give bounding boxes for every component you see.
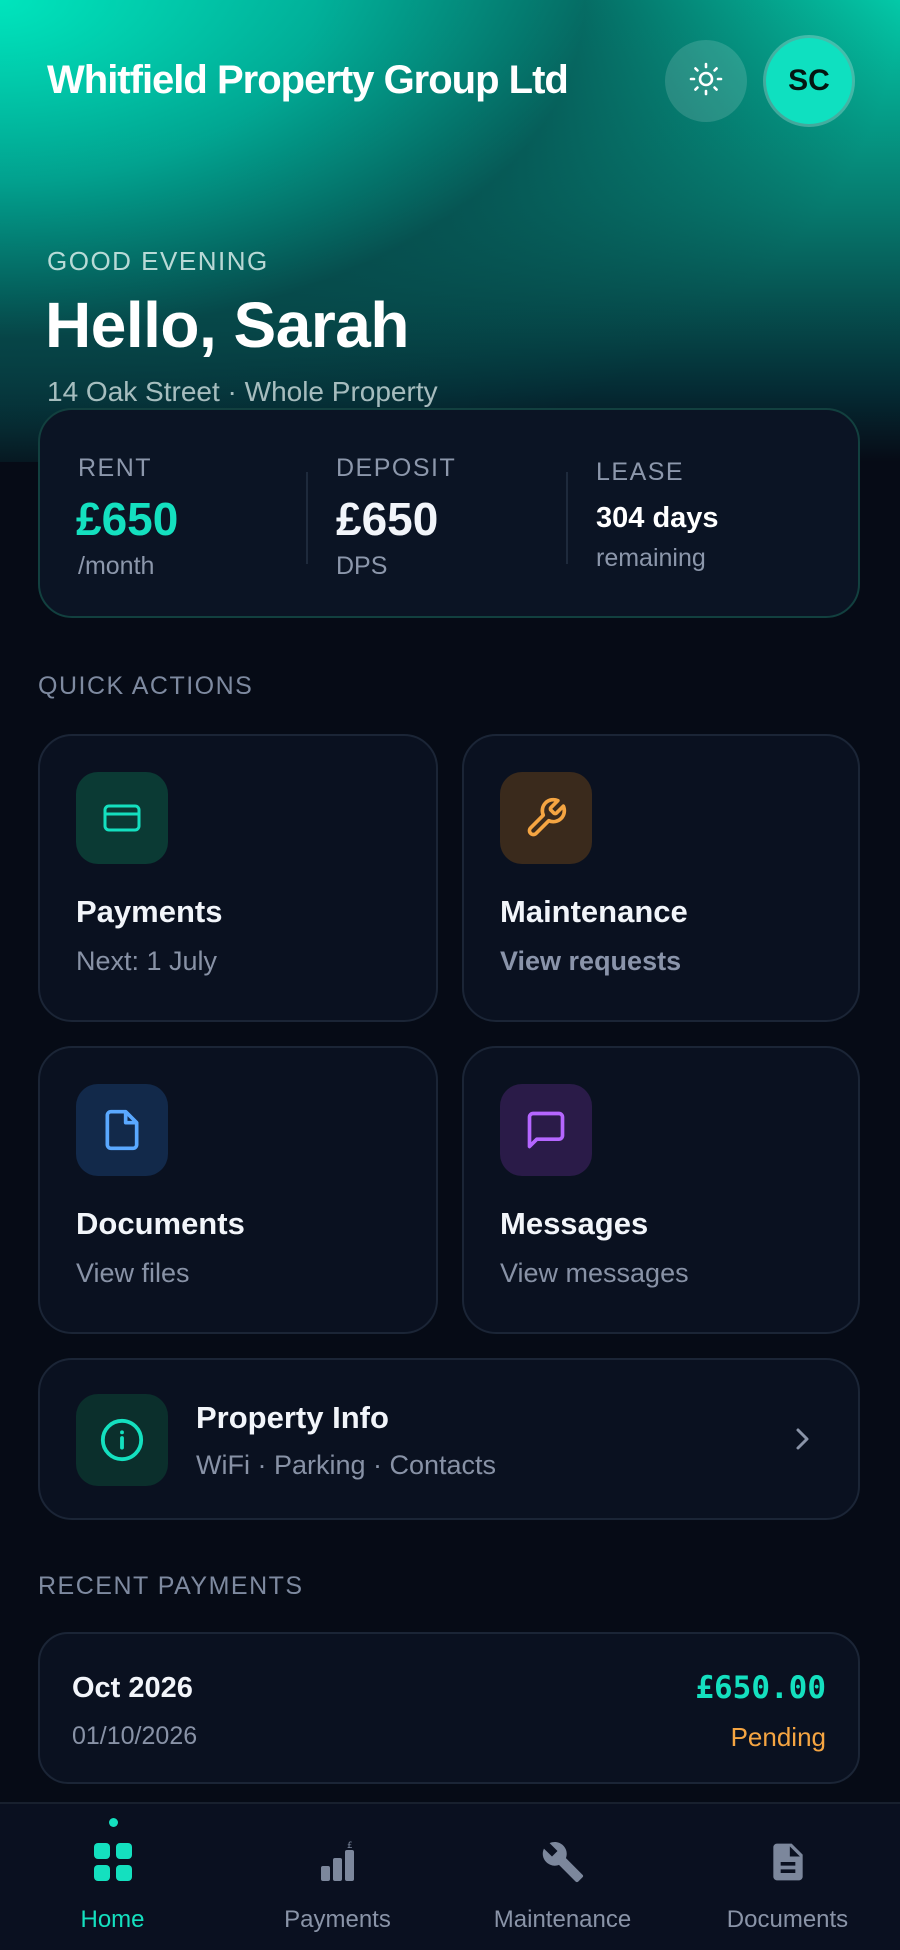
deposit-label: DEPOSIT	[336, 454, 457, 482]
property-info-sub: WiFi · Parking · Contacts	[196, 1450, 497, 1480]
tenancy-summary-card: RENT £650 /month DEPOSIT £650 DPS LEASE …	[38, 408, 860, 618]
wrench-icon	[500, 772, 592, 864]
maintenance-action-card[interactable]: Maintenance View requests	[462, 734, 860, 1022]
recent-payments-heading: RECENT PAYMENTS	[38, 1572, 304, 1600]
rent-sub: /month	[78, 552, 155, 580]
chart-pound-icon: £	[316, 1840, 360, 1889]
messages-card-title: Messages	[500, 1206, 649, 1241]
nav-maintenance-label: Maintenance	[493, 1906, 632, 1933]
payment-status: Pending	[730, 1722, 826, 1752]
info-icon	[76, 1394, 168, 1486]
wrench-icon	[541, 1840, 585, 1889]
lease-sub: remaining	[596, 544, 706, 572]
nav-payments[interactable]: £ Payments	[225, 1804, 450, 1950]
nav-payments-label: Payments	[284, 1906, 391, 1933]
greeting-label: GOOD EVENING	[47, 246, 269, 276]
lease-summary: LEASE 304 days remaining	[568, 410, 858, 616]
rent-label: RENT	[78, 454, 153, 482]
deposit-value: £650	[336, 493, 439, 545]
chat-icon	[500, 1084, 592, 1176]
lease-value: 304 days	[596, 502, 719, 534]
nav-maintenance[interactable]: Maintenance	[450, 1804, 675, 1950]
payment-amount: £650.00	[695, 1670, 826, 1706]
property-info-card[interactable]: Property Info WiFi · Parking · Contacts	[38, 1358, 860, 1520]
payment-row[interactable]: Oct 2026 01/10/2026 £650.00 Pending	[38, 1632, 860, 1784]
document-icon	[766, 1840, 810, 1889]
messages-card-sub: View messages	[500, 1258, 689, 1288]
payments-card-sub: Next: 1 July	[76, 946, 218, 976]
chevron-right-icon	[792, 1422, 814, 1461]
property-address: 14 Oak Street · Whole Property	[47, 376, 438, 407]
quick-actions-heading: QUICK ACTIONS	[38, 672, 254, 700]
nav-documents[interactable]: Documents	[675, 1804, 900, 1950]
document-icon	[76, 1084, 168, 1176]
rent-value: £650	[76, 493, 179, 545]
payments-card-title: Payments	[76, 894, 223, 929]
payment-date: 01/10/2026	[72, 1722, 198, 1750]
nav-documents-label: Documents	[726, 1906, 849, 1933]
documents-card-sub: View files	[76, 1258, 190, 1288]
deposit-sub: DPS	[336, 552, 388, 580]
home-grid-icon	[91, 1840, 135, 1889]
avatar[interactable]: SC	[766, 38, 852, 124]
documents-card-title: Documents	[76, 1206, 245, 1241]
nav-home[interactable]: Home	[0, 1804, 225, 1950]
bottom-navigation: Home £ Payments Maintenance Documents	[0, 1802, 900, 1950]
brand-name: Whitfield Property Group Ltd	[47, 58, 569, 102]
payment-period: Oct 2026	[72, 1672, 193, 1704]
maintenance-card-title: Maintenance	[500, 894, 688, 929]
lease-label: LEASE	[596, 458, 685, 486]
card-icon	[76, 772, 168, 864]
svg-text:£: £	[347, 1841, 353, 1851]
theme-toggle-button[interactable]	[665, 40, 747, 122]
property-info-title: Property Info	[196, 1400, 389, 1435]
rent-summary: RENT £650 /month	[40, 410, 300, 616]
documents-action-card[interactable]: Documents View files	[38, 1046, 438, 1334]
deposit-summary: DEPOSIT £650 DPS	[308, 410, 568, 616]
sun-icon	[689, 62, 723, 101]
active-indicator	[108, 1818, 118, 1827]
messages-action-card[interactable]: Messages View messages	[462, 1046, 860, 1334]
maintenance-card-sub: View requests	[500, 946, 682, 976]
greeting-name: Hello, Sarah	[45, 289, 409, 361]
nav-home-label: Home	[80, 1906, 145, 1933]
payments-action-card[interactable]: Payments Next: 1 July	[38, 734, 438, 1022]
